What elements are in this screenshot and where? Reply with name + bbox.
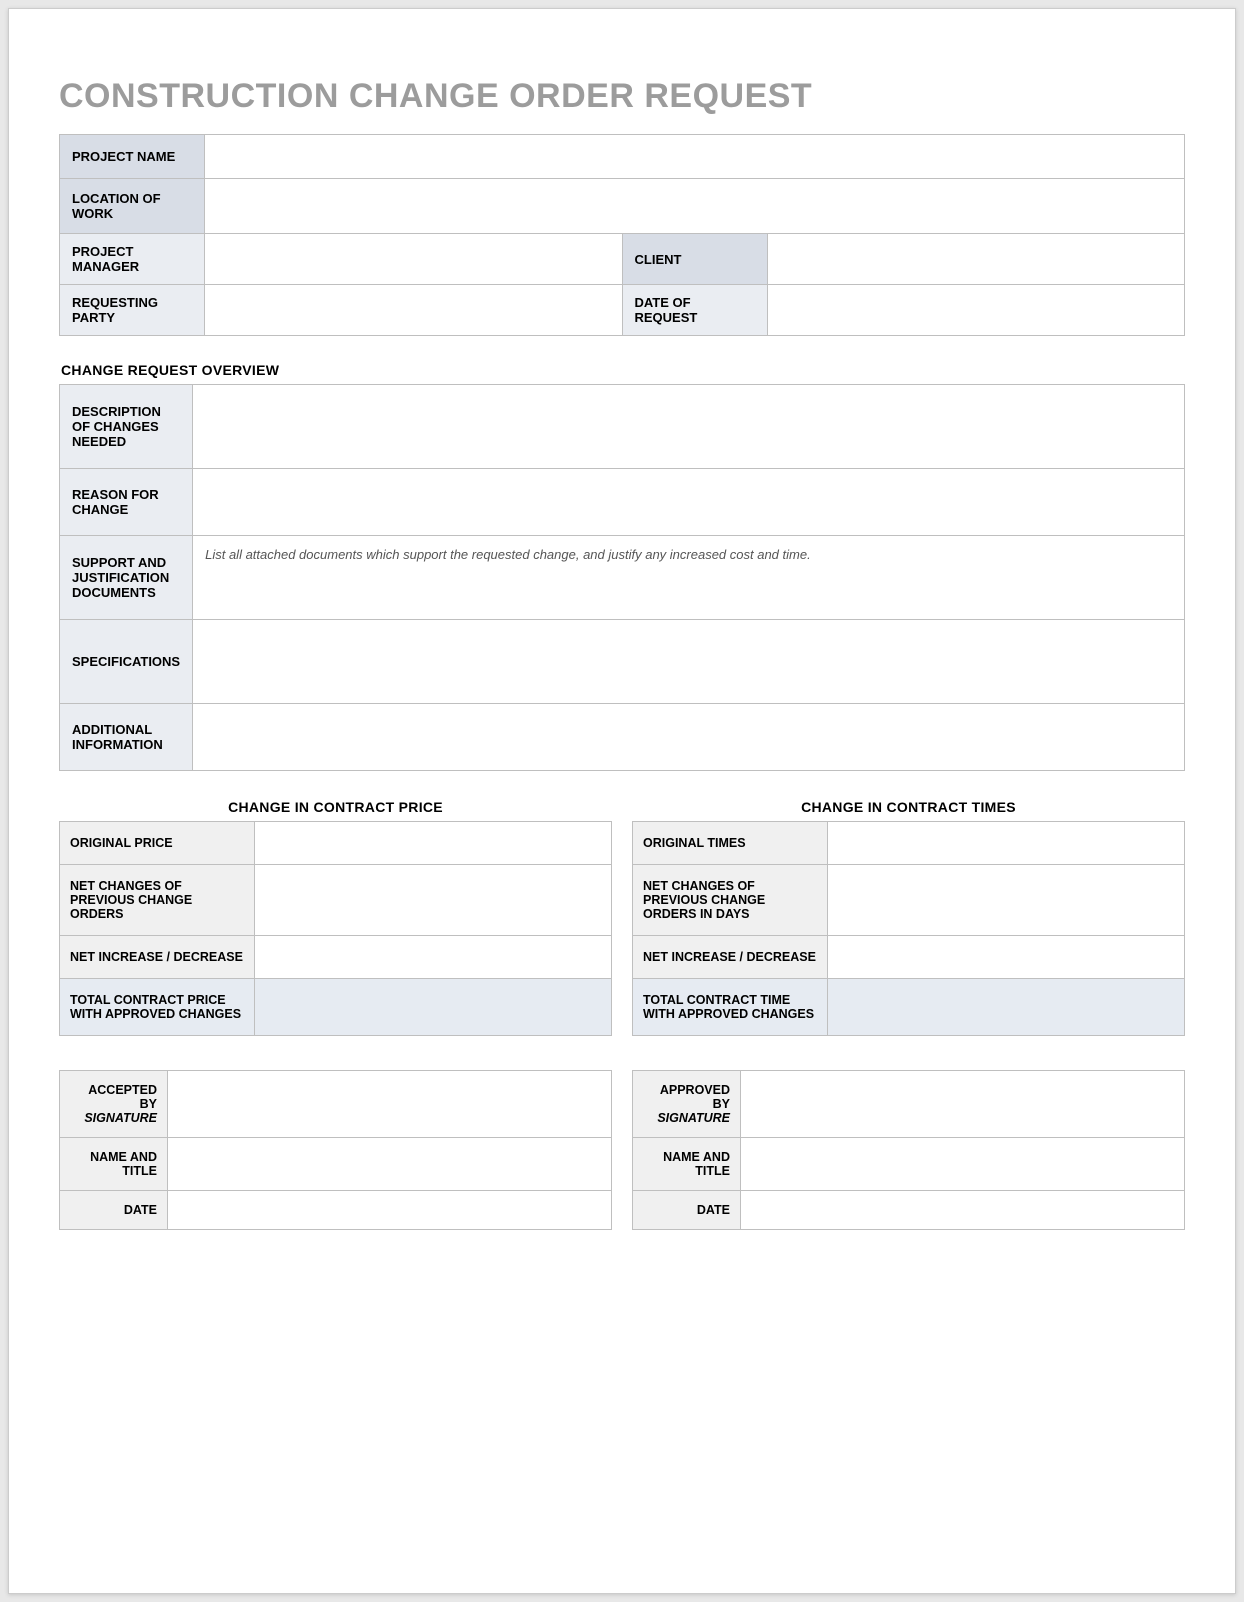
request-date-field[interactable] — [767, 285, 1185, 336]
price-netprev-field[interactable] — [255, 865, 612, 936]
accepted-by-sublabel: SIGNATURE — [70, 1111, 157, 1125]
time-orig-field[interactable] — [828, 822, 1185, 865]
overview-table: DESCRIPTION OF CHANGES NEEDED REASON FOR… — [59, 384, 1185, 771]
accepted-name-label: NAME AND TITLE — [60, 1138, 168, 1191]
approved-name-field[interactable] — [741, 1138, 1185, 1191]
accepted-table: ACCEPTED BY SIGNATURE NAME AND TITLE DAT… — [59, 1070, 612, 1230]
accepted-block: ACCEPTED BY SIGNATURE NAME AND TITLE DAT… — [59, 1070, 612, 1230]
spec-label: SPECIFICATIONS — [60, 620, 193, 704]
time-block: CHANGE IN CONTRACT TIMES ORIGINAL TIMES … — [632, 799, 1185, 1036]
price-block: CHANGE IN CONTRACT PRICE ORIGINAL PRICE … — [59, 799, 612, 1036]
project-info-table: PROJECT NAME LOCATION OF WORK PROJECT MA… — [59, 134, 1185, 336]
approved-by-label-text: APPROVED BY — [660, 1083, 730, 1111]
price-total-field[interactable] — [255, 979, 612, 1036]
accepted-date-label: DATE — [60, 1191, 168, 1230]
approved-date-label: DATE — [633, 1191, 741, 1230]
support-label: SUPPORT AND JUSTIFICATION DOCUMENTS — [60, 536, 193, 620]
approved-block: APPROVED BY SIGNATURE NAME AND TITLE DAT… — [632, 1070, 1185, 1230]
document-page: CONSTRUCTION CHANGE ORDER REQUEST PROJEC… — [8, 8, 1236, 1594]
location-field[interactable] — [205, 179, 1185, 234]
signature-row: ACCEPTED BY SIGNATURE NAME AND TITLE DAT… — [59, 1070, 1185, 1230]
time-netincdec-label: NET INCREASE / DECREASE — [633, 936, 828, 979]
time-netprev-label: NET CHANGES OF PREVIOUS CHANGE ORDERS IN… — [633, 865, 828, 936]
req-party-field[interactable] — [205, 285, 623, 336]
approved-name-label: NAME AND TITLE — [633, 1138, 741, 1191]
page-title: CONSTRUCTION CHANGE ORDER REQUEST — [59, 77, 1185, 116]
price-netincdec-label: NET INCREASE / DECREASE — [60, 936, 255, 979]
price-orig-field[interactable] — [255, 822, 612, 865]
request-date-label: DATE OF REQUEST — [622, 285, 767, 336]
accepted-by-field[interactable] — [168, 1071, 612, 1138]
time-total-field[interactable] — [828, 979, 1185, 1036]
reason-label: REASON FOR CHANGE — [60, 469, 193, 536]
addl-label: ADDITIONAL INFORMATION — [60, 704, 193, 771]
price-title: CHANGE IN CONTRACT PRICE — [59, 799, 612, 815]
pm-label: PROJECT MANAGER — [60, 234, 205, 285]
project-name-field[interactable] — [205, 135, 1185, 179]
location-label: LOCATION OF WORK — [60, 179, 205, 234]
time-total-label: TOTAL CONTRACT TIME WITH APPROVED CHANGE… — [633, 979, 828, 1036]
desc-label: DESCRIPTION OF CHANGES NEEDED — [60, 385, 193, 469]
price-time-row: CHANGE IN CONTRACT PRICE ORIGINAL PRICE … — [59, 799, 1185, 1036]
reason-field[interactable] — [193, 469, 1185, 536]
price-table: ORIGINAL PRICE NET CHANGES OF PREVIOUS C… — [59, 821, 612, 1036]
approved-by-field[interactable] — [741, 1071, 1185, 1138]
price-orig-label: ORIGINAL PRICE — [60, 822, 255, 865]
accepted-by-label-text: ACCEPTED BY — [88, 1083, 157, 1111]
addl-field[interactable] — [193, 704, 1185, 771]
time-orig-label: ORIGINAL TIMES — [633, 822, 828, 865]
desc-field[interactable] — [193, 385, 1185, 469]
support-hint: List all attached documents which suppor… — [205, 547, 811, 562]
project-name-label: PROJECT NAME — [60, 135, 205, 179]
approved-by-label: APPROVED BY SIGNATURE — [633, 1071, 741, 1138]
spec-field[interactable] — [193, 620, 1185, 704]
req-party-label: REQUESTING PARTY — [60, 285, 205, 336]
client-field[interactable] — [767, 234, 1185, 285]
overview-section-title: CHANGE REQUEST OVERVIEW — [61, 362, 1185, 378]
price-netprev-label: NET CHANGES OF PREVIOUS CHANGE ORDERS — [60, 865, 255, 936]
approved-by-sublabel: SIGNATURE — [643, 1111, 730, 1125]
time-table: ORIGINAL TIMES NET CHANGES OF PREVIOUS C… — [632, 821, 1185, 1036]
support-field[interactable]: List all attached documents which suppor… — [193, 536, 1185, 620]
approved-table: APPROVED BY SIGNATURE NAME AND TITLE DAT… — [632, 1070, 1185, 1230]
time-netincdec-field[interactable] — [828, 936, 1185, 979]
price-netincdec-field[interactable] — [255, 936, 612, 979]
accepted-by-label: ACCEPTED BY SIGNATURE — [60, 1071, 168, 1138]
pm-field[interactable] — [205, 234, 623, 285]
time-netprev-field[interactable] — [828, 865, 1185, 936]
approved-date-field[interactable] — [741, 1191, 1185, 1230]
client-label: CLIENT — [622, 234, 767, 285]
price-total-label: TOTAL CONTRACT PRICE WITH APPROVED CHANG… — [60, 979, 255, 1036]
accepted-name-field[interactable] — [168, 1138, 612, 1191]
time-title: CHANGE IN CONTRACT TIMES — [632, 799, 1185, 815]
accepted-date-field[interactable] — [168, 1191, 612, 1230]
